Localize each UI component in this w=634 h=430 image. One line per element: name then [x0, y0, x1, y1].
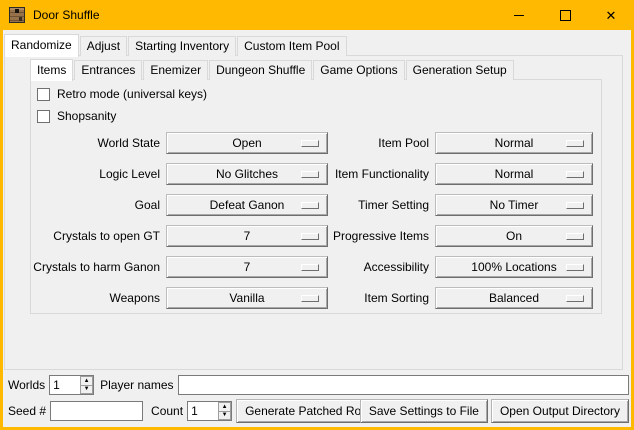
- arrow-down-icon: ▼: [222, 412, 228, 418]
- tab-enemizer[interactable]: Enemizer: [143, 60, 208, 80]
- item-pool-dropdown[interactable]: Normal: [435, 132, 593, 154]
- options-column-right: Item Pool Normal Item Functionality Norm…: [253, 132, 593, 318]
- retro-mode-label: Retro mode (universal keys): [57, 87, 207, 101]
- accessibility-value: 100% Locations: [471, 260, 556, 274]
- window-body: Randomize Adjust Starting Inventory Cust…: [3, 30, 631, 427]
- door-shuffle-window: Door Shuffle ✕ Randomize Adjust Starting…: [0, 0, 634, 430]
- item-functionality-dropdown[interactable]: Normal: [435, 163, 593, 185]
- item-sorting-dropdown[interactable]: Balanced: [435, 287, 593, 309]
- timer-setting-value: No Timer: [490, 198, 539, 212]
- seed-row: Seed # Count ▲ ▼ Generate Patched Rom: [8, 399, 380, 423]
- shopsanity-label: Shopsanity: [57, 109, 116, 123]
- titlebar: Door Shuffle ✕: [0, 0, 634, 30]
- count-spinner: ▲ ▼: [187, 401, 232, 421]
- dropdown-indicator-icon: [566, 233, 584, 240]
- timer-setting-row: Timer Setting No Timer: [253, 194, 593, 216]
- crystals-gt-value: 7: [244, 229, 251, 243]
- main-tab-bar: Randomize Adjust Starting Inventory Cust…: [4, 33, 348, 56]
- worlds-spin-buttons: ▲ ▼: [80, 376, 93, 394]
- tab-adjust[interactable]: Adjust: [80, 36, 127, 56]
- tab-items[interactable]: Items: [30, 59, 73, 81]
- accessibility-label: Accessibility: [253, 260, 429, 274]
- world-state-label: World State: [3, 136, 160, 150]
- shopsanity-row: Shopsanity: [37, 109, 116, 123]
- generate-patched-rom-button[interactable]: Generate Patched Rom: [236, 399, 380, 423]
- spin-up-button[interactable]: ▲: [80, 376, 93, 385]
- tab-starting-inventory[interactable]: Starting Inventory: [128, 36, 236, 56]
- arrow-down-icon: ▼: [84, 386, 90, 392]
- tab-custom-item-pool[interactable]: Custom Item Pool: [237, 36, 346, 56]
- dropdown-indicator-icon: [566, 295, 584, 302]
- item-pool-value: Normal: [495, 136, 534, 150]
- item-sorting-label: Item Sorting: [253, 291, 429, 305]
- output-buttons: Save Settings to File Open Output Direct…: [360, 399, 629, 423]
- timer-setting-dropdown[interactable]: No Timer: [435, 194, 593, 216]
- close-icon: ✕: [606, 9, 617, 22]
- timer-setting-label: Timer Setting: [253, 198, 429, 212]
- worlds-label: Worlds: [8, 378, 45, 392]
- item-sorting-value: Balanced: [489, 291, 539, 305]
- accessibility-dropdown[interactable]: 100% Locations: [435, 256, 593, 278]
- crystals-ganon-value: 7: [244, 260, 251, 274]
- maximize-button[interactable]: [542, 0, 588, 30]
- item-pool-row: Item Pool Normal: [253, 132, 593, 154]
- worlds-input[interactable]: [50, 376, 80, 394]
- crystals-gt-label: Crystals to open GT: [3, 229, 160, 243]
- progressive-items-label: Progressive Items: [253, 229, 429, 243]
- tab-game-options[interactable]: Game Options: [313, 60, 404, 80]
- door-icon: [9, 7, 25, 23]
- tab-generation-setup[interactable]: Generation Setup: [406, 60, 514, 80]
- minimize-icon: [514, 15, 524, 16]
- window-controls: ✕: [496, 0, 634, 30]
- crystals-ganon-label: Crystals to harm Ganon: [3, 260, 160, 274]
- item-pool-label: Item Pool: [253, 136, 429, 150]
- item-functionality-label: Item Functionality: [253, 167, 429, 181]
- item-functionality-row: Item Functionality Normal: [253, 163, 593, 185]
- accessibility-row: Accessibility 100% Locations: [253, 256, 593, 278]
- worlds-spinner: ▲ ▼: [49, 375, 94, 395]
- weapons-label: Weapons: [3, 291, 160, 305]
- window-title: Door Shuffle: [33, 8, 100, 22]
- dropdown-indicator-icon: [566, 202, 584, 209]
- arrow-up-icon: ▲: [222, 404, 228, 410]
- minimize-button[interactable]: [496, 0, 542, 30]
- count-label: Count: [151, 404, 183, 418]
- dropdown-indicator-icon: [566, 171, 584, 178]
- save-settings-button[interactable]: Save Settings to File: [360, 399, 488, 423]
- open-output-directory-button[interactable]: Open Output Directory: [491, 399, 629, 423]
- item-functionality-value: Normal: [495, 167, 534, 181]
- goal-label: Goal: [3, 198, 160, 212]
- spin-up-button[interactable]: ▲: [218, 402, 231, 411]
- retro-mode-checkbox[interactable]: [37, 88, 50, 101]
- spin-down-button[interactable]: ▼: [80, 385, 93, 395]
- progressive-items-row: Progressive Items On: [253, 225, 593, 247]
- seed-input[interactable]: [50, 401, 143, 421]
- dropdown-indicator-icon: [566, 140, 584, 147]
- count-input[interactable]: [188, 402, 218, 420]
- player-names-label: Player names: [100, 378, 173, 392]
- progressive-items-dropdown[interactable]: On: [435, 225, 593, 247]
- count-spin-buttons: ▲ ▼: [218, 402, 231, 420]
- sub-tab-bar: Items Entrances Enemizer Dungeon Shuffle…: [30, 58, 515, 80]
- dropdown-indicator-icon: [566, 264, 584, 271]
- close-button[interactable]: ✕: [588, 0, 634, 30]
- retro-mode-row: Retro mode (universal keys): [37, 87, 207, 101]
- tab-randomize[interactable]: Randomize: [4, 34, 79, 57]
- tab-entrances[interactable]: Entrances: [74, 60, 142, 80]
- shopsanity-checkbox[interactable]: [37, 110, 50, 123]
- seed-label: Seed #: [8, 404, 46, 418]
- arrow-up-icon: ▲: [84, 378, 90, 384]
- spin-down-button[interactable]: ▼: [218, 411, 231, 421]
- item-sorting-row: Item Sorting Balanced: [253, 287, 593, 309]
- player-names-input[interactable]: [178, 375, 630, 395]
- progressive-items-value: On: [506, 229, 522, 243]
- logic-level-label: Logic Level: [3, 167, 160, 181]
- tab-dungeon-shuffle[interactable]: Dungeon Shuffle: [209, 60, 312, 80]
- maximize-icon: [560, 10, 571, 21]
- worlds-row: Worlds ▲ ▼ Player names: [8, 375, 629, 395]
